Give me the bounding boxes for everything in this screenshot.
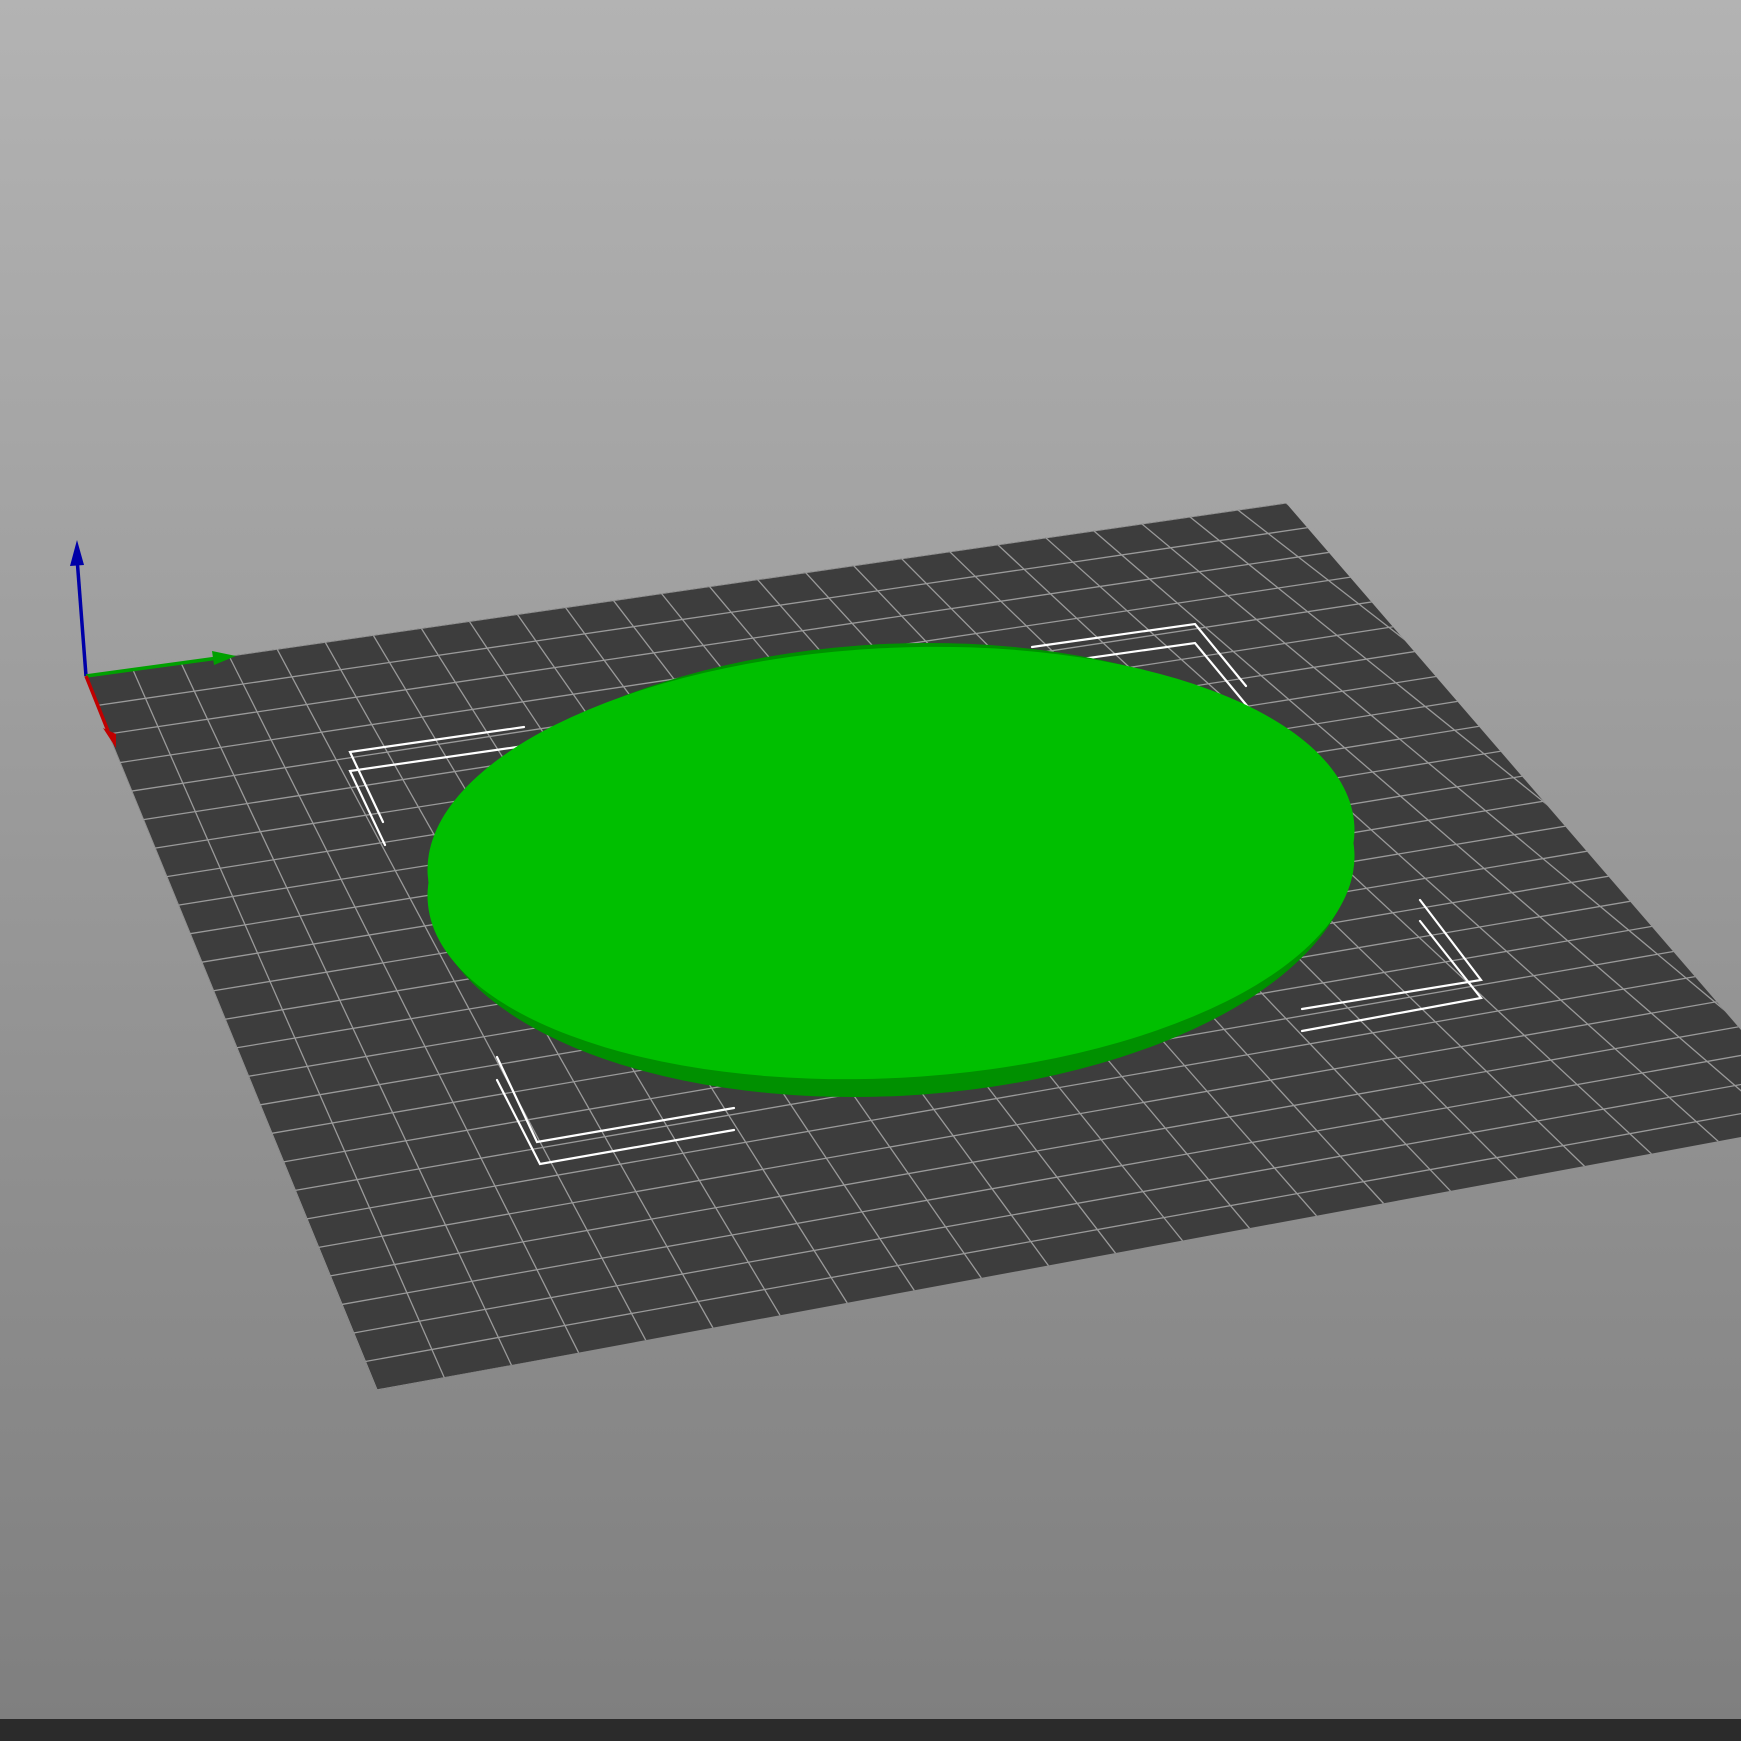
scene-canvas[interactable]: [0, 0, 1741, 1719]
status-bar: [0, 1719, 1741, 1741]
z-axis-arrow-icon: [70, 540, 84, 566]
3d-viewport[interactable]: [0, 0, 1741, 1719]
z-axis: [70, 540, 88, 677]
